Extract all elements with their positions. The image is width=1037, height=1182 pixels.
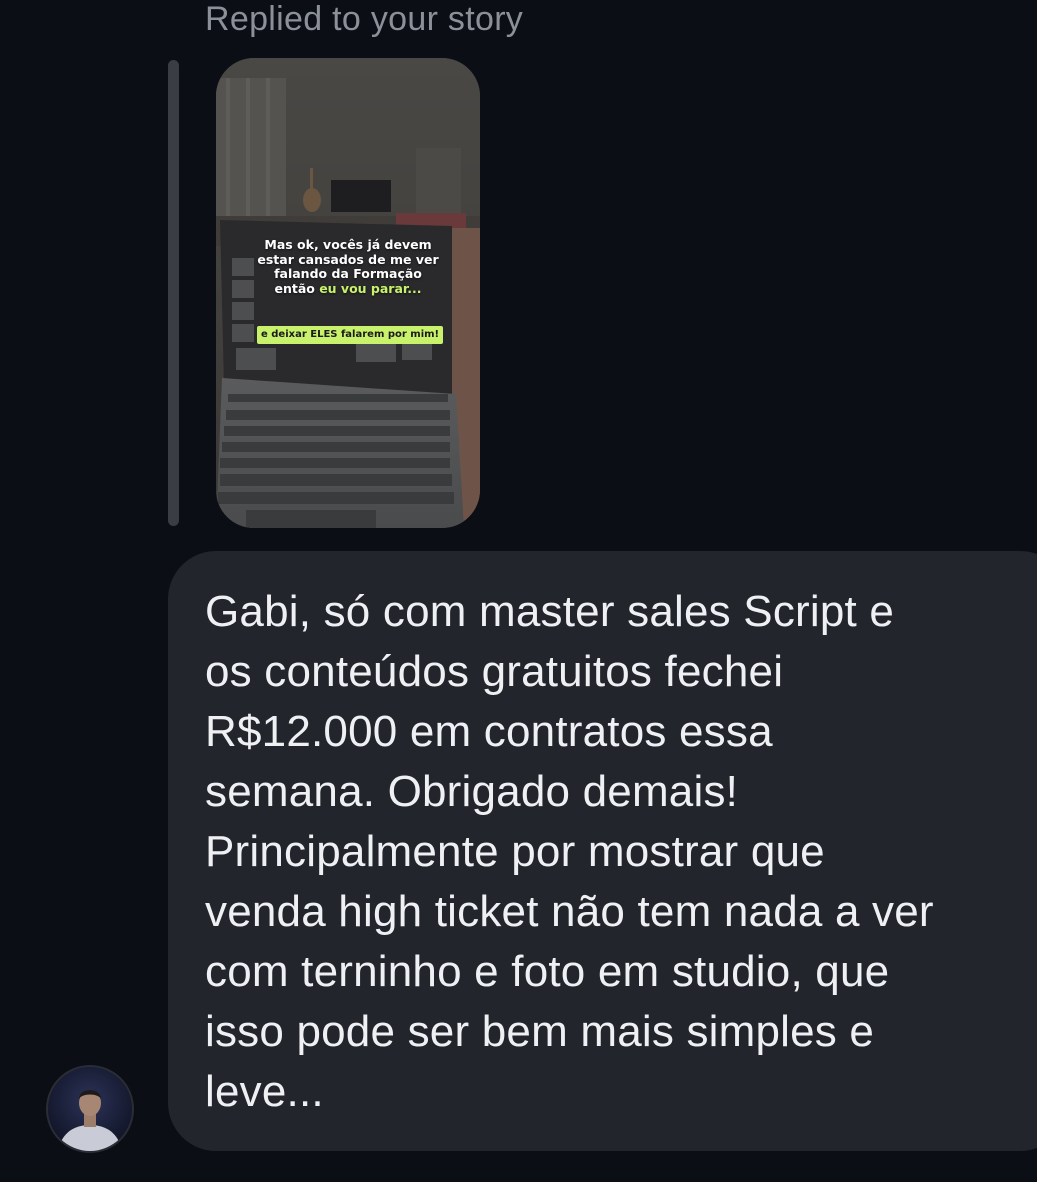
message-text: Gabi, só com master sales Script e os co… — [205, 587, 934, 1116]
reply-indicator-bar — [168, 60, 179, 526]
story-overlay-prefix: então — [274, 280, 320, 296]
story-thumbnail[interactable]: Mas ok, vocês já devem estar cansados de… — [216, 58, 480, 528]
story-overlay-text: Mas ok, vocês já devem estar cansados de… — [240, 237, 456, 297]
story-highlight-pill: e deixar ELES falarem por mim! — [257, 326, 444, 344]
story-overlay-line: então eu vou parar... — [240, 280, 456, 297]
replied-to-story-label: Replied to your story — [205, 0, 524, 38]
story-overlay-highlight: eu vou parar... — [319, 280, 422, 296]
story-overlay-line: estar cansados de me ver — [257, 251, 439, 267]
sender-avatar[interactable] — [48, 1067, 132, 1151]
profile-avatar-icon — [48, 1067, 132, 1151]
story-overlay-line: falando da Formação — [274, 266, 422, 281]
story-overlay-line: Mas ok, vocês já devem — [264, 237, 432, 252]
